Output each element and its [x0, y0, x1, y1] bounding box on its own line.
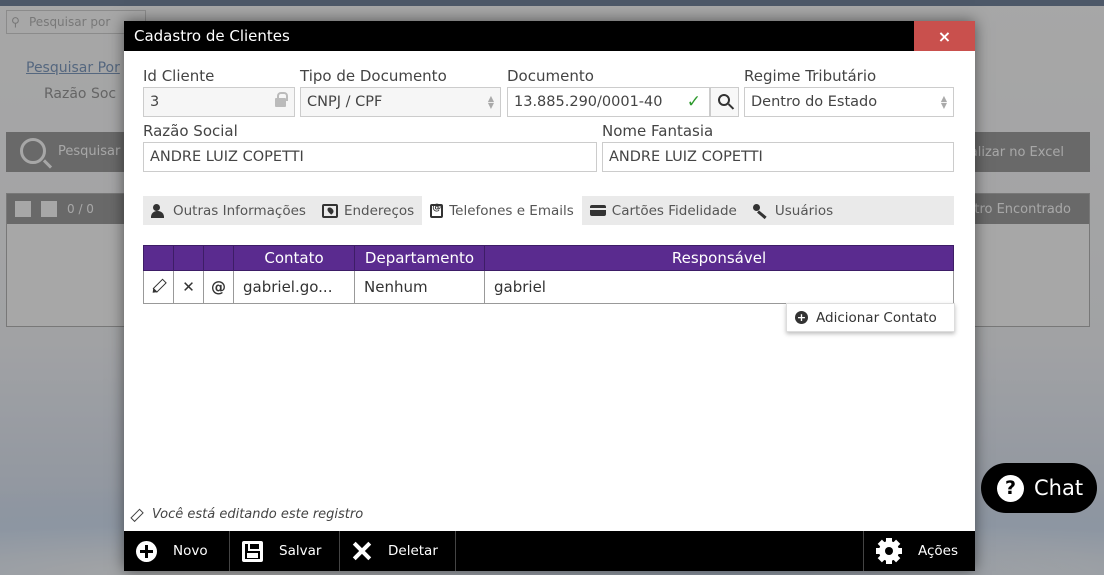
- check-icon: ✓: [686, 92, 701, 112]
- departamento-column-header[interactable]: Departamento: [354, 245, 485, 271]
- editing-notice-text: Você está editando este registro: [152, 507, 364, 522]
- credit-card-icon: [589, 205, 606, 216]
- regime-tributario-field: Regime Tributário Dentro do Estado ▲ ▼: [744, 67, 954, 117]
- contato-column-header[interactable]: Contato: [233, 245, 355, 271]
- novo-button[interactable]: Novo: [124, 531, 230, 571]
- gear-icon: [876, 538, 902, 564]
- tab-telefones-emails[interactable]: Telefones e Emails: [422, 196, 582, 225]
- tipo-documento-label: Tipo de Documento: [300, 67, 447, 85]
- id-cliente-input[interactable]: 3: [143, 87, 295, 117]
- email-column-header: [203, 245, 234, 271]
- plus-circle-icon: +: [795, 311, 808, 324]
- documento-input[interactable]: 13.885.290/0001-40 ✓: [507, 87, 710, 117]
- deletar-label: Deletar: [388, 543, 438, 559]
- delete-x-icon: ✕: [182, 278, 195, 296]
- acoes-button[interactable]: Ações: [863, 531, 975, 571]
- floppy-disk-icon: [242, 540, 263, 562]
- nome-fantasia-input[interactable]: ANDRE LUIZ COPETTI: [602, 142, 954, 172]
- salvar-label: Salvar: [279, 543, 322, 559]
- close-button[interactable]: ×: [914, 21, 975, 51]
- chat-button[interactable]: ? Chat: [981, 463, 1097, 513]
- close-icon: [352, 541, 372, 561]
- nome-fantasia-value: ANDRE LUIZ COPETTI: [609, 149, 763, 165]
- deletar-button[interactable]: Deletar: [340, 531, 456, 571]
- razao-social-label: Razão Social: [143, 122, 238, 140]
- delete-row-button[interactable]: ✕: [173, 270, 204, 304]
- table-header-row: Contato Departamento Responsável: [143, 245, 954, 271]
- add-contact-label: Adicionar Contato: [816, 309, 937, 326]
- razao-social-value: ANDRE LUIZ COPETTI: [150, 149, 304, 165]
- salvar-button[interactable]: Salvar: [230, 531, 340, 571]
- tab-outras-informacoes[interactable]: Outras Informações: [143, 196, 314, 225]
- add-contact-button[interactable]: + Adicionar Contato: [786, 303, 955, 332]
- tab-label: Usuários: [774, 202, 834, 219]
- tipo-documento-value: CNPJ / CPF: [307, 94, 383, 110]
- responsavel-column-header[interactable]: Responsável: [484, 245, 954, 271]
- client-registration-modal: Cadastro de Clientes × Id Cliente 3 Tipo…: [124, 21, 975, 571]
- acoes-label: Ações: [918, 543, 959, 559]
- responsavel-cell: gabriel: [484, 270, 954, 304]
- tab-label: Outras Informações: [173, 202, 306, 219]
- key-icon: [752, 203, 769, 218]
- tab-enderecos[interactable]: Endereços: [314, 196, 422, 225]
- razao-social-field: Razão Social ANDRE LUIZ COPETTI: [143, 122, 597, 172]
- edit-column-header: [143, 245, 174, 271]
- editing-notice: Você está editando este registro: [130, 507, 363, 522]
- modal-footer: Novo Salvar Deletar Ações: [124, 531, 975, 571]
- documento-field: Documento 13.885.290/0001-40 ✓: [507, 67, 710, 117]
- chat-label: Chat: [1034, 476, 1084, 500]
- delete-column-header: [173, 245, 204, 271]
- document-search-button[interactable]: [710, 87, 739, 117]
- users-icon: [151, 203, 167, 218]
- at-sign-icon: @: [211, 278, 226, 296]
- select-arrows-icon: ▲ ▼: [940, 94, 947, 110]
- map-icon: [321, 203, 338, 218]
- modal-header: Cadastro de Clientes: [124, 21, 975, 51]
- select-arrows-icon: ▲ ▼: [487, 94, 494, 110]
- tab-label: Cartões Fidelidade: [611, 202, 737, 219]
- tab-cartoes-fidelidade[interactable]: Cartões Fidelidade: [582, 196, 745, 225]
- close-icon: ×: [937, 26, 952, 46]
- phone-book-icon: [430, 203, 444, 218]
- tab-label: Endereços: [343, 202, 415, 219]
- regime-tributario-value: Dentro do Estado: [751, 94, 878, 110]
- departamento-cell: Nenhum: [354, 270, 485, 304]
- nome-fantasia-field: Nome Fantasia ANDRE LUIZ COPETTI: [602, 122, 954, 172]
- tab-label: Telefones e Emails: [449, 202, 574, 219]
- tipo-documento-select[interactable]: CNPJ / CPF ▲ ▼: [300, 87, 501, 117]
- regime-tributario-label: Regime Tributário: [744, 67, 877, 85]
- documento-value: 13.885.290/0001-40: [514, 94, 663, 110]
- tab-bar: Outras Informações Endereços Telefones e…: [143, 196, 954, 225]
- id-cliente-field: Id Cliente 3: [143, 67, 295, 117]
- pencil-icon: [127, 505, 145, 523]
- pencil-icon: [149, 275, 169, 295]
- id-cliente-value: 3: [150, 94, 160, 110]
- id-cliente-label: Id Cliente: [143, 67, 215, 85]
- lock-icon: [275, 92, 288, 108]
- documento-label: Documento: [507, 67, 594, 85]
- search-icon: [718, 94, 730, 106]
- question-mark-icon: ?: [997, 474, 1024, 502]
- contato-cell: gabriel.go...: [233, 270, 355, 304]
- email-row-button[interactable]: @: [203, 270, 234, 304]
- novo-label: Novo: [173, 543, 208, 559]
- tab-usuarios[interactable]: Usuários: [745, 196, 841, 225]
- razao-social-input[interactable]: ANDRE LUIZ COPETTI: [143, 142, 597, 172]
- tipo-documento-field: Tipo de Documento CNPJ / CPF ▲ ▼: [300, 67, 501, 117]
- edit-row-button[interactable]: [143, 270, 174, 304]
- contacts-table: Contato Departamento Responsável ✕ @ gab…: [143, 245, 954, 304]
- regime-tributario-select[interactable]: Dentro do Estado ▲ ▼: [744, 87, 954, 117]
- nome-fantasia-label: Nome Fantasia: [602, 122, 714, 140]
- modal-title: Cadastro de Clientes: [134, 27, 290, 45]
- plus-circle-icon: [136, 540, 157, 562]
- table-row[interactable]: ✕ @ gabriel.go... Nenhum gabriel: [143, 270, 954, 304]
